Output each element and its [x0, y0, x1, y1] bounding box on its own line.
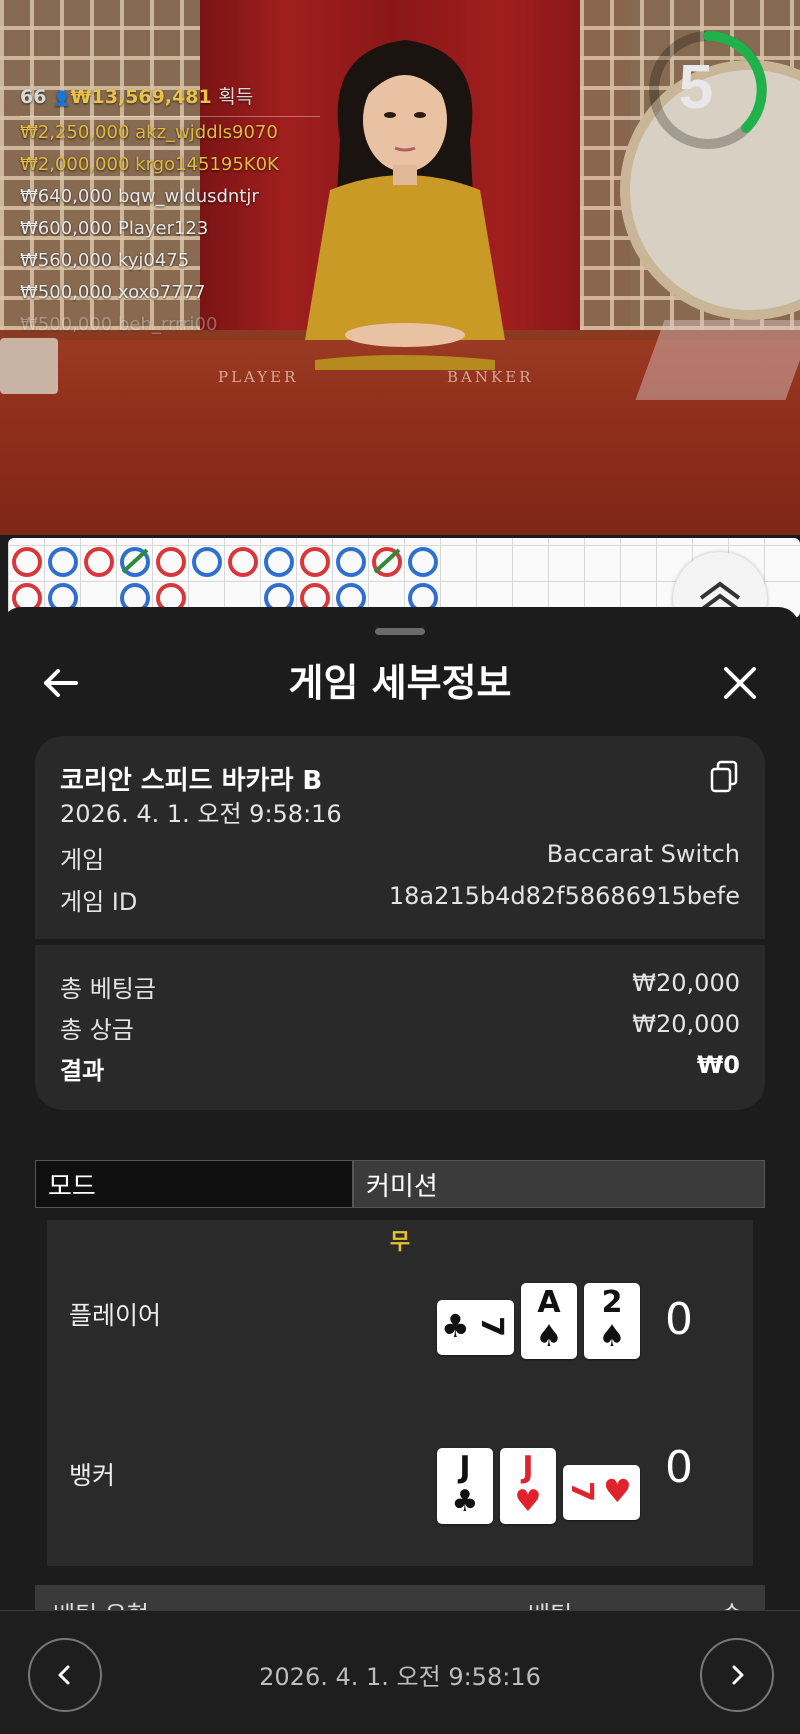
- card-suit: ♥: [603, 1472, 632, 1510]
- card-suit: ♠: [535, 1319, 563, 1354]
- player-label: 플레이어: [69, 1301, 162, 1330]
- round-result: 무 플레이어 ♣ 7 A ♠ 2 ♠ 0 뱅커 J ♣ J ♥ 7 ♥ 0: [47, 1220, 753, 1566]
- winner-name: kyj0475: [117, 250, 190, 271]
- total-win-value: ₩20,000: [632, 1010, 740, 1038]
- banker-card-3: 7 ♥: [563, 1465, 640, 1520]
- card-rank: A: [537, 1285, 561, 1320]
- winner-row: ₩2,250,000 akz_wjddls9070: [20, 117, 320, 149]
- road-mark-player: [336, 547, 366, 577]
- card-rank: 2: [601, 1285, 623, 1320]
- next-round-button[interactable]: [700, 1638, 774, 1712]
- round-datetime: 2026. 4. 1. 오전 9:58:16: [259, 1663, 541, 1691]
- total-win-label: 총 상금: [60, 1016, 134, 1044]
- game-type-label: 게임: [60, 846, 105, 874]
- road-mark-player: [408, 547, 438, 577]
- winners-leaderboard: 66 👤₩13,569,481 획득 ₩2,250,000 akz_wjddls…: [20, 82, 320, 341]
- game-id-label: 게임 ID: [60, 888, 138, 916]
- chevron-right-icon: [732, 1665, 744, 1685]
- road-mark-banker: [156, 547, 186, 577]
- winner-row: ₩600,000 Player123: [20, 213, 320, 245]
- winner-amount: ₩2,250,000: [20, 122, 130, 143]
- card-suit: ♠: [598, 1319, 626, 1354]
- winner-row: ₩500,000 beh_rrrri00: [20, 309, 320, 341]
- winner-row: ₩500,000 xoxo7777: [20, 277, 320, 309]
- card-rank: 7: [563, 1481, 599, 1502]
- bet-summary-card: 총 베팅금 ₩20,000 총 상금 ₩20,000 결과 ₩0: [35, 945, 765, 1110]
- total-bet-label: 총 베팅금: [60, 975, 156, 1003]
- card-suit: ♣: [451, 1484, 479, 1519]
- banker-card-1: J ♣: [437, 1448, 493, 1524]
- player-score: 0: [665, 1294, 693, 1345]
- outcome-badge: 무: [389, 1230, 411, 1255]
- countdown-timer: 5: [649, 31, 767, 149]
- winner-amount: ₩560,000: [20, 250, 113, 271]
- copy-icon: [710, 760, 738, 793]
- card-rank: J: [459, 1450, 471, 1485]
- winner-row: ₩560,000 kyj0475: [20, 245, 320, 277]
- user-icon: 👤: [53, 91, 71, 107]
- winner-name: bqw_wldusdntjr: [117, 186, 259, 207]
- winner-name: krgo145195K0K: [135, 154, 279, 175]
- table-label-player: PLAYER: [218, 368, 299, 386]
- game-info-card: 코리안 스피드 바카라 B 2026. 4. 1. 오전 9:58:16 게임 …: [35, 736, 765, 939]
- page-title: 게임 세부정보: [288, 661, 512, 705]
- mode-tabs: 모드 커미션: [35, 1160, 765, 1210]
- winner-amount: ₩2,000,000: [20, 154, 130, 175]
- live-video-stream: PLAYER BANKER 66 👤₩13,569,481 획득 ₩2,250,…: [0, 0, 800, 535]
- sheet-drag-handle[interactable]: [375, 628, 425, 635]
- total-bet-value: ₩20,000: [632, 969, 740, 997]
- game-datetime: 2026. 4. 1. 오전 9:58:16: [60, 800, 342, 828]
- player-card-3: 2 ♠: [584, 1283, 640, 1359]
- timer-value: 5: [679, 53, 713, 122]
- winner-name: xoxo7777: [117, 282, 206, 303]
- card-rank: J: [522, 1450, 534, 1485]
- tab-commission[interactable]: 커미션: [353, 1160, 765, 1208]
- road-mark-player: [48, 547, 78, 577]
- player-card-1: ♣ 7: [437, 1300, 514, 1355]
- winner-row: ₩640,000 bqw_wldusdntjr: [20, 181, 320, 213]
- winners-suffix: 획득: [218, 86, 254, 108]
- game-name: 코리안 스피드 바카라 B: [60, 766, 323, 796]
- card-shoe: [0, 338, 58, 394]
- winner-amount: ₩500,000: [20, 314, 113, 335]
- card-rank: 7: [473, 1316, 509, 1337]
- winner-name: akz_wjddls9070: [135, 122, 278, 143]
- card-suit: ♥: [514, 1484, 542, 1519]
- game-id-value: 18a215b4d82f58686915befe: [388, 882, 740, 910]
- winner-amount: ₩600,000: [20, 218, 113, 239]
- road-mark-banker: [300, 547, 330, 577]
- close-icon: [724, 667, 756, 699]
- road-mark-banker: [228, 547, 258, 577]
- copy-button[interactable]: [709, 760, 739, 794]
- game-type-value: Baccarat Switch: [546, 840, 740, 868]
- round-navigation-bar: 2026. 4. 1. 오전 9:58:16: [0, 1610, 800, 1734]
- winner-name: Player123: [117, 218, 209, 239]
- winner-name: beh_rrrri00: [117, 314, 218, 335]
- timer-progress-arc: [703, 31, 767, 133]
- road-mark-player: [264, 547, 294, 577]
- banker-score: 0: [665, 1442, 693, 1493]
- card-suit: ♣: [441, 1307, 470, 1345]
- winners-total: ₩13,569,481: [70, 86, 212, 108]
- winners-summary: 66 👤₩13,569,481 획득: [20, 82, 320, 117]
- banker-card-2: J ♥: [500, 1448, 556, 1524]
- winner-amount: ₩500,000: [20, 282, 113, 303]
- winner-row: ₩2,000,000 krgo145195K0K: [20, 149, 320, 181]
- result-value: ₩0: [696, 1051, 740, 1079]
- table-label-banker: BANKER: [447, 368, 534, 386]
- road-mark-player: [192, 547, 222, 577]
- winners-count: 66: [20, 86, 47, 108]
- road-mark-banker: [12, 547, 42, 577]
- game-details-sheet: 게임 세부정보 코리안 스피드 바카라 B 2026. 4. 1. 오전 9:5…: [0, 607, 800, 1734]
- banker-label: 뱅커: [69, 1461, 116, 1490]
- road-mark-banker: [84, 547, 114, 577]
- tab-mode[interactable]: 모드: [35, 1160, 353, 1208]
- discard-tray: [635, 320, 800, 400]
- winner-amount: ₩640,000: [20, 186, 113, 207]
- close-button[interactable]: [712, 655, 768, 711]
- player-card-2: A ♠: [521, 1283, 577, 1359]
- result-label: 결과: [60, 1057, 105, 1085]
